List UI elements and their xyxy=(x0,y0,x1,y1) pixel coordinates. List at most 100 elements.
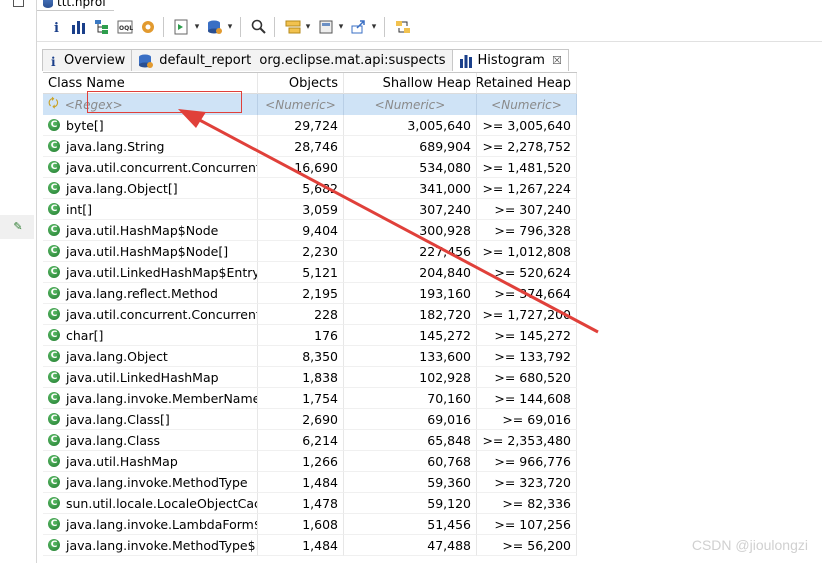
shallow-heap-cell: 60,768 xyxy=(344,451,477,472)
table-row[interactable]: Csun.util.locale.LocaleObjectCac... 1,478… xyxy=(43,493,577,514)
svg-text:i: i xyxy=(54,21,59,35)
info-icon[interactable]: i xyxy=(45,16,66,38)
table-row[interactable]: Cjava.lang.Object[] 5,682 341,000 >= 1,267,… xyxy=(43,178,577,199)
class-name: sun.util.locale.LocaleObjectCac... xyxy=(66,495,258,511)
editor-tabs: i Overview default_report org.eclipse.ma… xyxy=(42,49,569,71)
chevron-down-icon[interactable]: ▾ xyxy=(225,22,235,32)
shallow-heap-cell: 70,160 xyxy=(344,388,477,409)
objects-cell: 1,266 xyxy=(258,451,344,472)
retained-heap-filter[interactable]: <Numeric> xyxy=(477,94,577,115)
class-name: char[] xyxy=(66,327,104,343)
class-icon: C xyxy=(48,203,60,215)
objects-cell: 1,478 xyxy=(258,493,344,514)
retained-heap-cell: >= 307,240 xyxy=(477,199,577,220)
table-row[interactable]: Cjava.lang.Object 8,350 133,600 >= 133,792 xyxy=(43,346,577,367)
table-row[interactable]: Cjava.util.HashMap 1,266 60,768 >= 966,776 xyxy=(43,451,577,472)
retained-heap-cell: >= 145,272 xyxy=(477,325,577,346)
objects-cell: 1,838 xyxy=(258,367,344,388)
minimize-icon[interactable] xyxy=(13,0,24,7)
column-header-retained-heap[interactable]: Retained Heap xyxy=(477,73,577,94)
shallow-heap-cell: 227,456 xyxy=(344,241,477,262)
svg-text:OQL: OQL xyxy=(119,25,133,32)
export-icon[interactable] xyxy=(348,16,369,38)
chevron-down-icon[interactable]: ▾ xyxy=(369,22,379,32)
class-name: java.util.HashMap xyxy=(66,453,178,469)
objects-cell: 9,404 xyxy=(258,220,344,241)
chevron-down-icon[interactable]: ▾ xyxy=(192,22,202,32)
retained-heap-cell: >= 2,278,752 xyxy=(477,136,577,157)
table-row[interactable]: Cchar[] 176 145,272 >= 145,272 xyxy=(43,325,577,346)
shallow-heap-cell: 341,000 xyxy=(344,178,477,199)
table-row[interactable]: Cbyte[] 29,724 3,005,640 >= 3,005,640 xyxy=(43,115,577,136)
table-row[interactable]: Cjava.util.LinkedHashMap 1,838 102,928 >= 6… xyxy=(43,367,577,388)
group-icon[interactable] xyxy=(282,16,303,38)
class-icon: C xyxy=(48,371,60,383)
shallow-heap-cell: 3,005,640 xyxy=(344,115,477,136)
oql-icon[interactable]: OQL xyxy=(114,16,135,38)
table-row[interactable]: Cjava.lang.invoke.MemberName 1,754 70,160 >… xyxy=(43,388,577,409)
class-icon: C xyxy=(48,392,60,404)
dominator-tree-icon[interactable] xyxy=(91,16,112,38)
column-header-class-name[interactable]: Class Name xyxy=(43,73,258,94)
class-name-filter[interactable]: 🗘 <Regex> xyxy=(43,94,258,115)
class-name-cell: Cjava.lang.String xyxy=(43,136,258,157)
table-row[interactable]: Cjava.util.HashMap$Node[] 2,230 227,456 >= … xyxy=(43,241,577,262)
pin-icon[interactable]: ✎ xyxy=(8,220,28,234)
tab-histogram[interactable]: Histogram ☒ xyxy=(451,49,569,71)
table-row[interactable]: Cjava.lang.reflect.Method 2,195 193,160 >= … xyxy=(43,283,577,304)
file-tab[interactable]: ttt.hprof xyxy=(37,0,115,11)
table-row[interactable]: Cjava.lang.invoke.MethodType$... 1,484 47,… xyxy=(43,535,577,556)
shallow-heap-cell: 59,360 xyxy=(344,472,477,493)
tab-default-report[interactable]: default_report org.eclipse.mat.api:suspe… xyxy=(131,49,453,71)
toolbar: i OQL ▾ ▾ ▾ ▾ ▾ xyxy=(37,13,822,42)
chevron-down-icon[interactable]: ▾ xyxy=(303,22,313,32)
table-row[interactable]: Cint[] 3,059 307,240 >= 307,240 xyxy=(43,199,577,220)
histogram-icon xyxy=(459,54,472,68)
retained-heap-cell: >= 2,353,480 xyxy=(477,430,577,451)
tab-label: default_report org.eclipse.mat.api:suspe… xyxy=(159,53,446,68)
table-row[interactable]: Cjava.lang.String 28,746 689,904 >= 2,278,7… xyxy=(43,136,577,157)
class-name-cell: Csun.util.locale.LocaleObjectCac... xyxy=(43,493,258,514)
table-row[interactable]: Cjava.lang.Class 6,214 65,848 >= 2,353,480 xyxy=(43,430,577,451)
watermark: CSDN @jioulongzi xyxy=(691,537,808,553)
shallow-heap-filter[interactable]: <Numeric> xyxy=(344,94,477,115)
table-row[interactable]: Cjava.util.LinkedHashMap$Entry 5,121 204,8… xyxy=(43,262,577,283)
table-row[interactable]: Cjava.lang.Class[] 2,690 69,016 >= 69,016 xyxy=(43,409,577,430)
shallow-heap-cell: 145,272 xyxy=(344,325,477,346)
search-icon[interactable] xyxy=(248,16,269,38)
column-header-objects[interactable]: Objects xyxy=(258,73,344,94)
heap-dump-icon[interactable] xyxy=(204,16,225,38)
tab-overview[interactable]: i Overview xyxy=(42,49,133,71)
table-row[interactable]: Cjava.util.HashMap$Node 9,404 300,928 >= 79… xyxy=(43,220,577,241)
class-name: java.lang.Object xyxy=(66,348,168,364)
class-name-cell: Cjava.lang.Class xyxy=(43,430,258,451)
gear-settings-icon[interactable] xyxy=(137,16,158,38)
calculator-icon[interactable] xyxy=(315,16,336,38)
chevron-down-icon[interactable]: ▾ xyxy=(336,22,346,32)
table-row[interactable]: Cjava.lang.invoke.LambdaForm$... 1,608 51,… xyxy=(43,514,577,535)
class-name: java.lang.Class xyxy=(66,432,161,448)
class-name-cell: Cjava.util.LinkedHashMap$Entry xyxy=(43,262,258,283)
class-name: java.util.HashMap$Node xyxy=(66,222,219,238)
class-icon: C xyxy=(48,329,60,341)
objects-cell: 5,682 xyxy=(258,178,344,199)
class-name-cell: Cjava.lang.invoke.LambdaForm$... xyxy=(43,514,258,535)
class-name: java.util.concurrent.Concurrent... xyxy=(66,306,258,322)
histogram-icon[interactable] xyxy=(68,16,89,38)
class-name: byte[] xyxy=(66,117,104,133)
table-row[interactable]: Cjava.util.concurrent.Concurrent... 228 18… xyxy=(43,304,577,325)
class-name: java.lang.reflect.Method xyxy=(66,285,218,301)
table-row[interactable]: Cjava.util.concurrent.Concurrent... 16,69… xyxy=(43,157,577,178)
objects-cell: 29,724 xyxy=(258,115,344,136)
objects-filter[interactable]: <Numeric> xyxy=(258,94,344,115)
column-header-shallow-heap[interactable]: Shallow Heap xyxy=(344,73,477,94)
objects-cell: 1,484 xyxy=(258,535,344,556)
toolbar-separator xyxy=(163,17,164,37)
retained-heap-cell: >= 520,624 xyxy=(477,262,577,283)
close-icon[interactable]: ☒ xyxy=(552,54,562,67)
class-icon: C xyxy=(48,140,60,152)
table-row[interactable]: Cjava.lang.invoke.MethodType 1,484 59,360 >… xyxy=(43,472,577,493)
run-report-icon[interactable] xyxy=(171,16,192,38)
compare-icon[interactable] xyxy=(392,16,413,38)
class-icon: C xyxy=(48,224,60,236)
